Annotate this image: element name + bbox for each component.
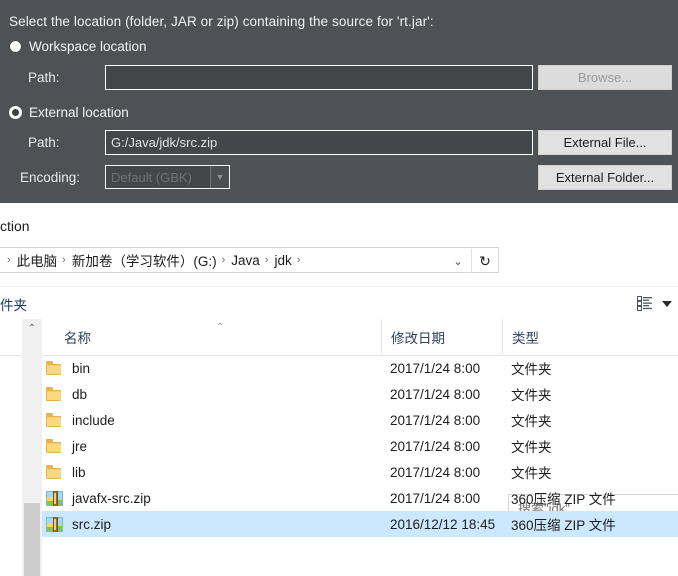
file-name: db [72,386,88,402]
new-folder-button[interactable]: 件夹 [0,294,27,314]
breadcrumb: › 此电脑 › 新加卷（学习软件）(G:) › Java › jdk › [0,250,304,270]
file-type: 360压缩 ZIP 文件 [511,492,616,507]
file-name: src.zip [72,516,112,532]
workspace-location-radio[interactable] [9,40,22,53]
external-path-label: Path: [28,135,60,150]
file-type: 文件夹 [511,362,552,377]
file-name: lib [72,464,86,480]
file-date: 2016/12/12 18:45 [390,516,496,532]
chevron-down-icon[interactable]: ▼ [210,166,229,188]
table-row[interactable]: lib 2017/1/24 8:00 文件夹 [42,459,678,485]
folder-icon [44,410,64,430]
breadcrumb-item-2[interactable]: Java [229,253,262,268]
folder-icon [44,384,64,404]
file-name: javafx-src.zip [72,490,151,506]
file-date: 2017/1/24 8:00 [390,438,481,454]
external-location-radio[interactable] [9,106,22,119]
folder-icon [44,462,64,482]
explorer-toolbar: 件夹 [0,286,678,320]
file-date: 2017/1/24 8:00 [390,464,481,480]
zip-icon [44,488,64,508]
breadcrumb-item-0[interactable]: 此电脑 [15,250,60,270]
chevron-down-icon[interactable]: ⌄ [445,249,471,273]
file-list-scrollbar[interactable] [22,355,42,576]
breadcrumb-separator-2: › [221,254,226,266]
encoding-label: Encoding: [20,170,81,185]
breadcrumb-separator-3: › [264,254,269,266]
column-header-date[interactable]: 修改日期 [381,319,445,355]
file-date: 2017/1/24 8:00 [390,412,481,428]
table-row[interactable]: javafx-src.zip 2017/1/24 8:00 360压缩 ZIP … [42,485,678,511]
file-name: bin [72,360,91,376]
table-row[interactable]: src.zip 2016/12/12 18:45 360压缩 ZIP 文件 [42,511,678,537]
external-folder-button[interactable]: External Folder... [538,165,672,190]
file-name: include [72,412,115,428]
table-row[interactable]: db 2017/1/24 8:00 文件夹 [42,381,678,407]
caret-down-icon[interactable] [662,300,672,307]
file-date: 2017/1/24 8:00 [390,490,481,506]
external-path-input[interactable]: G:/Java/jdk/src.zip [105,130,533,155]
breadcrumb-separator-1: › [62,254,66,266]
external-file-button[interactable]: External File... [538,130,672,155]
browse-button[interactable]: Browse... [538,65,672,90]
breadcrumb-separator-4: › [296,254,301,266]
chevron-up-icon[interactable]: ⌃ [22,319,42,359]
external-location-label: External location [29,105,129,120]
table-row[interactable]: bin 2017/1/24 8:00 文件夹 [42,355,678,381]
file-type: 文件夹 [511,440,552,455]
breadcrumb-item-1[interactable]: 新加卷（学习软件）(G:) [70,250,219,270]
file-name: jre [72,438,88,454]
file-list-header: ⌃ 名称 ⌃ 修改日期 类型 [0,319,678,359]
file-type: 文件夹 [511,414,552,429]
screenshot-root: Select the location (folder, JAR or zip)… [0,0,678,576]
breadcrumb-box[interactable]: › 此电脑 › 新加卷（学习软件）(G:) › Java › jdk › ⌄ ↻ [0,247,499,273]
dialog-instruction-text: Select the location (folder, JAR or zip)… [9,14,434,29]
explorer-dialog-title: ction [0,212,678,240]
workspace-location-label: Workspace location [29,39,147,54]
file-date: 2017/1/24 8:00 [390,386,481,402]
file-list: bin 2017/1/24 8:00 文件夹 db 2017/1/24 8:00… [42,355,678,576]
window-top-edge [0,200,678,203]
workspace-location-radio-row[interactable]: Workspace location [9,39,147,54]
address-bar: › 此电脑 › 新加卷（学习软件）(G:) › Java › jdk › ⌄ ↻… [0,247,678,520]
table-row[interactable]: include 2017/1/24 8:00 文件夹 [42,407,678,433]
file-date: 2017/1/24 8:00 [390,360,481,376]
list-view-icon[interactable] [637,296,652,311]
scrollbar-thumb[interactable] [24,503,40,576]
file-type: 文件夹 [511,388,552,403]
breadcrumb-separator-0: › [7,254,11,266]
toolbar-right-group [637,287,672,320]
encoding-combo[interactable]: Default (GBK) ▼ [105,165,230,189]
address-bar-tools: ⌄ ↻ [445,248,498,274]
folder-icon [44,358,64,378]
sort-ascending-icon: ⌃ [216,322,225,333]
file-type: 360压缩 ZIP 文件 [511,518,616,533]
external-location-radio-row[interactable]: External location [9,105,129,120]
encoding-combo-value: Default (GBK) [111,169,192,185]
workspace-path-label: Path: [28,70,60,85]
zip-icon [44,514,64,534]
refresh-icon[interactable]: ↻ [471,249,498,273]
table-row[interactable]: jre 2017/1/24 8:00 文件夹 [42,433,678,459]
column-header-name[interactable]: 名称 [64,319,91,355]
explorer-dialog-title-text: ction [0,218,30,234]
breadcrumb-item-3[interactable]: jdk [272,253,293,268]
file-type: 文件夹 [511,466,552,481]
source-attachment-dialog: Select the location (folder, JAR or zip)… [0,0,678,200]
workspace-path-input[interactable] [105,65,533,90]
column-header-type[interactable]: 类型 [502,319,539,355]
folder-icon [44,436,64,456]
